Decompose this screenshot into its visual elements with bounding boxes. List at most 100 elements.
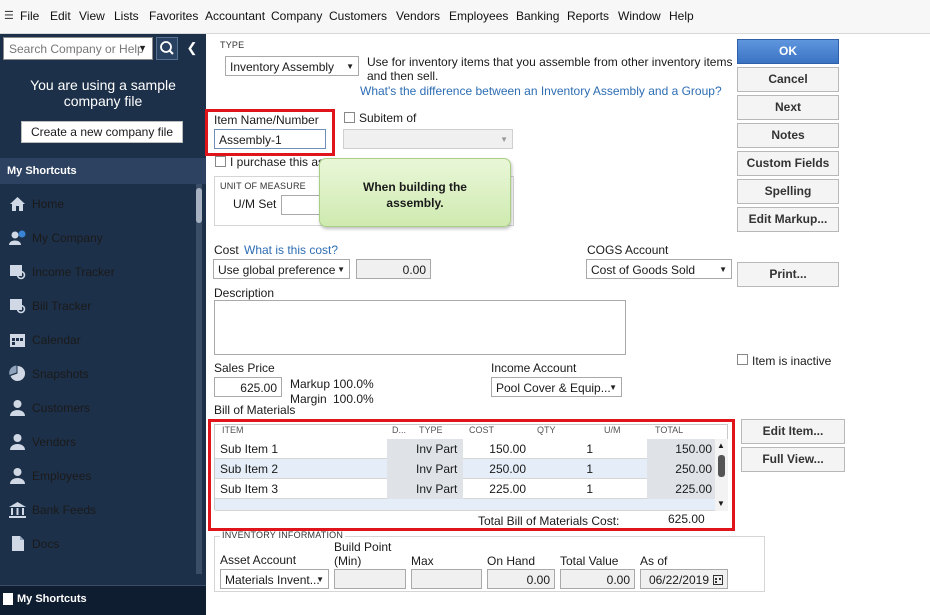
sidebar-item-bill-tracker[interactable]: Bill Tracker	[0, 291, 196, 321]
build-point-min-label: (Min)	[334, 554, 362, 568]
sidebar-item-my-company[interactable]: My Company	[0, 223, 196, 253]
chevron-down-icon: ▼	[337, 265, 345, 274]
build-point-label: Build Point	[334, 540, 392, 554]
max-label: Max	[411, 554, 434, 568]
edit-markup-button[interactable]: Edit Markup...	[737, 207, 839, 232]
cost-input[interactable]: 0.00	[356, 259, 431, 279]
menu-vendors[interactable]: Vendors	[396, 9, 440, 23]
asset-account-dropdown[interactable]: Materials Invent... ▼	[220, 569, 329, 589]
sidebar-item-bank-feeds[interactable]: Bank Feeds	[0, 495, 196, 525]
menu-reports[interactable]: Reports	[567, 9, 609, 23]
bank-icon	[9, 502, 26, 518]
company-icon	[9, 230, 26, 245]
search-button[interactable]	[156, 37, 178, 60]
sidebar-item-snapshots[interactable]: Snapshots	[0, 359, 196, 389]
sidebar-item-income-tracker[interactable]: Income Tracker	[0, 257, 196, 287]
ok-button[interactable]: OK	[737, 39, 839, 64]
chevron-down-icon: ▼	[500, 135, 508, 144]
type-description-1: Use for inventory items that you assembl…	[367, 55, 733, 69]
item-inactive-label: Item is inactive	[752, 354, 832, 368]
max-input[interactable]	[411, 569, 482, 589]
build-point-input[interactable]	[334, 569, 406, 589]
on-hand-label: On Hand	[487, 554, 536, 568]
search-dropdown-icon[interactable]: ▼	[138, 43, 147, 53]
search-input[interactable]: Search Company or Help ▼	[3, 37, 153, 60]
menu-lists[interactable]: Lists	[114, 9, 139, 23]
chevron-down-icon: ▼	[346, 62, 354, 71]
create-company-button[interactable]: Create a new company file	[21, 121, 183, 143]
menu-favorites[interactable]: Favorites	[149, 9, 198, 23]
vendors-icon	[10, 434, 25, 450]
menu-help[interactable]: Help	[669, 9, 694, 23]
income-account-dropdown[interactable]: Pool Cover & Equip... ▼	[491, 377, 622, 397]
markup-value: 100.0%	[333, 377, 374, 391]
sidebar-item-employees[interactable]: Employees	[0, 461, 196, 491]
subitem-checkbox[interactable]	[344, 112, 355, 123]
sidebar-item-customers[interactable]: Customers	[0, 393, 196, 423]
print-button[interactable]: Print...	[737, 262, 839, 287]
menu-employees[interactable]: Employees	[449, 9, 508, 23]
sidebar-item-label: Customers	[32, 401, 91, 415]
um-set-label: U/M Set	[233, 197, 277, 211]
margin-label: Margin	[290, 392, 327, 406]
menu-grip-icon: ☰	[4, 10, 14, 22]
sample-company-notice: You are using a sample company file	[0, 77, 206, 109]
custom-fields-button[interactable]: Custom Fields	[737, 151, 839, 176]
callout-note: When building the assembly.	[319, 158, 511, 227]
menu-customers[interactable]: Customers	[329, 9, 387, 23]
sidebar-item-label: Snapshots	[32, 367, 89, 381]
sidebar-item-label: Employees	[32, 469, 92, 483]
sidebar-item-vendors[interactable]: Vendors	[0, 427, 196, 457]
shortcuts-tab-icon	[3, 593, 13, 605]
calendar-icon	[10, 334, 25, 347]
sidebar-bottom-tab[interactable]: My Shortcuts	[0, 585, 206, 615]
item-inactive-checkbox[interactable]	[737, 354, 748, 365]
sidebar-item-label: Vendors	[32, 435, 77, 449]
income-account-label: Income Account	[491, 361, 577, 375]
cost-preference-dropdown[interactable]: Use global preference ▼	[213, 259, 350, 279]
sidebar-item-docs[interactable]: Docs	[0, 529, 196, 559]
sidebar-item-label: Income Tracker	[32, 265, 115, 279]
purchase-checkbox[interactable]	[215, 156, 226, 167]
cancel-button[interactable]: Cancel	[737, 67, 839, 92]
um-set-dropdown[interactable]	[281, 195, 321, 215]
menu-company[interactable]: Company	[271, 9, 322, 23]
menu-banking[interactable]: Banking	[516, 9, 559, 23]
sidebar-scrollbar[interactable]	[196, 184, 202, 574]
type-difference-link[interactable]: What's the difference between an Invento…	[360, 84, 722, 98]
type-dropdown[interactable]: Inventory Assembly ▼	[225, 56, 359, 76]
sales-price-input[interactable]: 625.00	[214, 377, 282, 397]
cogs-account-value: Cost of Goods Sold	[591, 263, 696, 277]
sidebar-item-label: Bill Tracker	[32, 299, 92, 313]
menu-accountant[interactable]: Accountant	[205, 9, 265, 23]
next-button[interactable]: Next	[737, 95, 839, 120]
menu-window[interactable]: Window	[618, 9, 661, 23]
sidebar-item-home[interactable]: Home	[0, 189, 196, 219]
calendar-icon[interactable]	[713, 574, 723, 585]
sidebar-item-label: Home	[32, 197, 65, 211]
sidebar-item-calendar[interactable]: Calendar	[0, 325, 196, 355]
edit-item-button[interactable]: Edit Item...	[741, 419, 845, 444]
shortcuts-header: My Shortcuts	[0, 158, 206, 184]
description-input[interactable]	[214, 300, 626, 355]
menu-view[interactable]: View	[79, 9, 105, 23]
menu-bar: ☰ File Edit View Lists Favorites Account…	[0, 0, 930, 34]
collapse-sidebar-icon[interactable]: ❮	[181, 37, 203, 60]
subitem-dropdown[interactable]: ▼	[343, 129, 513, 149]
notes-button[interactable]: Notes	[737, 123, 839, 148]
menu-file[interactable]: File	[20, 9, 39, 23]
menu-edit[interactable]: Edit	[50, 9, 71, 23]
on-hand-input[interactable]: 0.00	[487, 569, 555, 589]
total-value-input[interactable]: 0.00	[560, 569, 635, 589]
spelling-button[interactable]: Spelling	[737, 179, 839, 204]
sidebar-scroll-thumb[interactable]	[196, 188, 202, 223]
income-tracker-icon	[10, 265, 26, 280]
chevron-down-icon: ▼	[719, 265, 727, 274]
um-header: UNIT OF MEASURE	[220, 181, 306, 191]
snapshots-icon	[9, 365, 26, 381]
as-of-date-input[interactable]: 06/22/2019	[640, 569, 728, 589]
cost-help-link[interactable]: What is this cost?	[244, 243, 338, 257]
full-view-button[interactable]: Full View...	[741, 447, 845, 472]
cogs-account-dropdown[interactable]: Cost of Goods Sold ▼	[586, 259, 732, 279]
search-icon	[160, 41, 174, 55]
